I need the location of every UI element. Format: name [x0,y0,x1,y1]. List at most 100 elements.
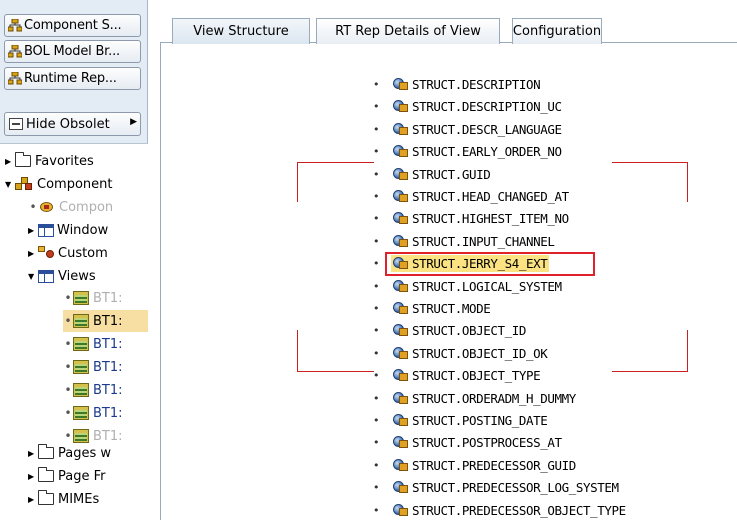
attribute-row[interactable]: • STRUCT.GUID [370,163,700,185]
tree-node-label: BT1: [93,359,123,375]
attribute-name: STRUCT.HIGHEST_ITEM_NO [412,210,569,226]
attribute-label-wrap: STRUCT.MODE [391,300,492,317]
tree-node-view-item[interactable]: • BT1: [63,333,123,355]
attribute-row[interactable]: • STRUCT.DESCRIPTION_UC [370,95,700,117]
tree-node-view-item[interactable]: • BT1: [63,356,123,378]
attribute-row[interactable]: • STRUCT.OBJECT_TYPE [370,364,700,386]
bol-model-browser-label: BOL Model Br... [24,44,120,59]
attribute-icon [393,413,409,427]
expand-icon[interactable]: ▶ [5,157,15,166]
tree-node-custom[interactable]: ▶ Custom [28,242,108,264]
expand-icon[interactable]: ▶ [28,449,38,458]
tree-node-view-item-selected[interactable]: • BT1: [63,310,148,332]
component-structure-browser-button[interactable]: Component S... [4,14,141,37]
attribute-name: STRUCT.INPUT_CHANNEL [412,233,555,249]
attribute-row[interactable]: • STRUCT.OBJECT_ID_OK [370,342,700,364]
attribute-row[interactable]: • STRUCT.POSTING_DATE [370,409,700,431]
tree-node-page-fragments[interactable]: ▶ Page Fr [28,465,105,487]
attribute-label-wrap: STRUCT.EARLY_ORDER_NO [391,143,564,160]
attribute-icon [393,480,409,494]
attribute-label-wrap: STRUCT.PREDECESSOR_OBJECT_TYPE [391,502,628,519]
attribute-row[interactable]: • STRUCT.HIGHEST_ITEM_NO [370,207,700,229]
component-controller-icon [38,200,56,214]
tree-node-view-item[interactable]: • BT1: [63,379,122,401]
attribute-name: STRUCT.MODE [412,300,491,316]
attribute-name: STRUCT.POSTPROCESS_AT [412,434,562,450]
tree-node-compon[interactable]: • Compon [28,196,113,218]
attribute-row[interactable]: • STRUCT.PREDECESSOR_GUID [370,454,700,476]
attribute-icon [393,211,409,225]
attribute-icon [393,368,409,382]
tree-node-label: BT1: [93,290,123,306]
hide-obsolete-label: Hide Obsolet [26,116,110,132]
attribute-name: STRUCT.DESCRIPTION [412,76,541,92]
tab-label: RT Rep Details of View [335,24,481,39]
attribute-row[interactable]: • STRUCT.DESCR_LANGUAGE [370,118,700,140]
expand-icon[interactable]: ▶ [28,249,38,258]
attribute-row[interactable]: • STRUCT.MODE [370,297,700,319]
attribute-row[interactable]: • STRUCT.EARLY_ORDER_NO [370,140,700,162]
attribute-name: STRUCT.PREDECESSOR_GUID [412,457,576,473]
runtime-repository-button[interactable]: Runtime Rep... [4,67,141,90]
tree-node-label: BT1: [93,405,123,421]
attribute-row[interactable]: • STRUCT.OBJECT_ID [370,319,700,341]
attribute-row[interactable]: • STRUCT.DESCRIPTION [370,73,700,95]
expand-icon[interactable]: ▶ [28,472,38,481]
attribute-name: STRUCT.HEAD_CHANGED_AT [412,188,569,204]
attribute-row[interactable]: • STRUCT.LOGICAL_SYSTEM [370,275,700,297]
bullet: • [372,256,380,270]
attribute-row[interactable]: • STRUCT.PREDECESSOR_LOG_SYSTEM [370,476,700,498]
tab-view-structure[interactable]: View Structure [172,18,310,44]
tree-node-window[interactable]: ▶ Window [28,219,108,241]
attribute-name: STRUCT.OBJECT_ID_OK [412,345,548,361]
structure-icon [8,72,22,85]
tree-node-favorites[interactable]: ▶ Favorites [5,150,94,172]
hide-obsolete-button[interactable]: Hide Obsolet ▶ [4,112,141,136]
attribute-icon [393,323,409,337]
tree-node-pages[interactable]: ▶ Pages w [28,442,111,464]
tree-node-mimes[interactable]: ▶ MIMEs [28,488,99,510]
bullet: • [64,383,72,397]
tab-rt-rep-details[interactable]: RT Rep Details of View [316,18,500,44]
attribute-row[interactable]: • STRUCT.INPUT_CHANNEL [370,230,700,252]
tree-node-label: BT1: [93,336,123,352]
attribute-name: STRUCT.OBJECT_ID [412,322,527,338]
attribute-row[interactable]: • STRUCT.POSTPROCESS_AT [370,431,700,453]
bullet: • [29,200,37,214]
attribute-row[interactable]: • STRUCT.ORDERADM_H_DUMMY [370,387,700,409]
bullet: • [372,480,380,494]
bullet: • [372,99,380,113]
component-icon [15,177,33,191]
views-icon [38,269,54,283]
attribute-label-wrap: STRUCT.HEAD_CHANGED_AT [391,188,571,205]
attribute-label-wrap: STRUCT.DESCRIPTION_UC [391,98,564,115]
attribute-name: STRUCT.DESCR_LANGUAGE [412,121,562,137]
collapse-icon[interactable]: ▼ [28,272,38,281]
tree-node-label: Pages w [58,445,112,461]
attribute-row[interactable]: • STRUCT.PREDECESSOR_OBJECT_TYPE [370,499,700,520]
attribute-name: STRUCT.PREDECESSOR_OBJECT_TYPE [412,502,626,518]
annotation-line [297,162,374,163]
expand-icon[interactable]: ▶ [28,226,38,235]
attribute-row[interactable]: • STRUCT.HEAD_CHANGED_AT [370,185,700,207]
tab-label: View Structure [193,24,289,39]
tab-configuration[interactable]: Configuration [512,18,602,44]
tree-node-views[interactable]: ▼ Views [28,265,96,287]
bullet: • [372,122,380,136]
bullet: • [64,337,72,351]
tree-node-component[interactable]: ▼ Component [5,173,112,195]
attribute-label-wrap: STRUCT.OBJECT_ID [391,322,528,339]
bol-model-browser-button[interactable]: BOL Model Br... [4,40,141,63]
tree-node-view-item[interactable]: • BT1: [63,287,123,309]
tree-node-label: MIMEs [58,491,100,507]
collapse-icon[interactable]: ▼ [5,180,15,189]
attribute-icon [393,167,409,181]
bullet: • [64,429,72,443]
structure-icon [8,19,22,32]
component-tree: ▶ Favorites ▼ Component • Compon ▶ Windo… [0,143,148,520]
dropdown-arrow-icon[interactable]: ▶ [130,117,137,127]
expand-icon[interactable]: ▶ [28,495,38,504]
attribute-icon [393,346,409,360]
tree-node-view-item[interactable]: • BT1: [63,402,123,424]
hide-icon [9,118,23,130]
